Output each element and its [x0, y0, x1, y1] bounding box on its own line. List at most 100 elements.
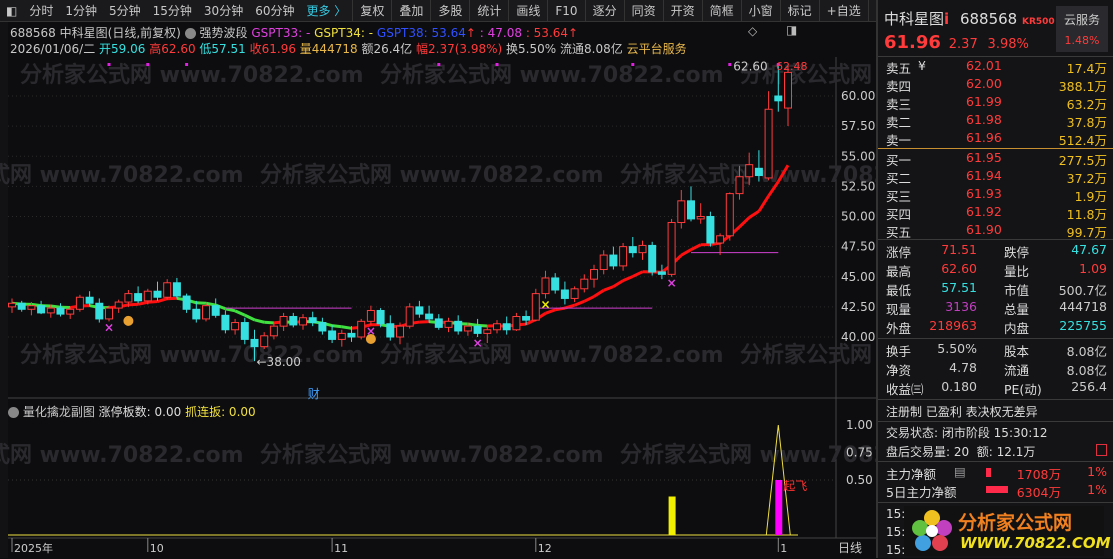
toolbar-button[interactable]: 小窗 [741, 0, 780, 22]
order-book-row[interactable]: 买一61.95277.5万 [886, 150, 1107, 168]
candle-body [261, 336, 268, 347]
flower-logo-icon [910, 508, 954, 554]
period-tab[interactable]: 1分钟 [59, 2, 103, 19]
candle-body [28, 306, 35, 310]
stat-row: 收益㈢0.180PE(动)256.4 [886, 379, 1107, 397]
candle-body [523, 317, 530, 321]
candle-body [736, 177, 743, 194]
toolbar-button[interactable]: 画线 [508, 0, 547, 22]
candle-body [387, 324, 394, 337]
candle-body [164, 283, 171, 297]
quote-panel: 中科星图i 688568 KR500 61.96 2.37 3.98% 云服务 … [876, 0, 1113, 558]
candle-body [668, 223, 675, 275]
order-book-row[interactable]: 买四61.9211.8万 [886, 204, 1107, 222]
toolbar-button[interactable]: +自选 [819, 0, 868, 22]
price-tick-label: 45.00 [841, 270, 875, 284]
price-tick-label: 55.00 [841, 149, 875, 163]
cloud-service-button[interactable]: 云服务 1.48% [1056, 6, 1108, 52]
candle-body [532, 294, 539, 321]
order-book-row[interactable]: 卖三61.9963.2万 [886, 94, 1107, 112]
toolbar-button[interactable]: F10 [547, 0, 584, 22]
period-tab[interactable]: 60分钟 [249, 2, 300, 19]
ma-line-segment [691, 245, 701, 250]
candle-body [9, 303, 16, 307]
indicator-dropdown-icon[interactable] [185, 28, 196, 39]
candle-body [57, 308, 64, 314]
diamond-icon[interactable]: ◇ [748, 24, 757, 38]
toolbar-button[interactable]: 标记 [780, 0, 819, 22]
candle-body [406, 307, 413, 326]
sub-tick-label: 1.00 [846, 418, 873, 432]
money-bag-icon [123, 316, 133, 326]
price-tick-label: 52.50 [841, 179, 875, 193]
order-book-row[interactable]: 卖四62.00388.1万 [886, 76, 1107, 94]
period-tab[interactable]: 15分钟 [147, 2, 198, 19]
order-book-row[interactable]: 卖一61.96512.4万 [886, 130, 1107, 148]
sub-dropdown-icon[interactable] [8, 407, 19, 418]
ma-line-segment [128, 304, 138, 305]
signal-dot [437, 63, 440, 66]
price-tick-label: 47.50 [841, 240, 875, 254]
ma-line-segment [51, 306, 61, 307]
candle-body [600, 255, 607, 269]
candle-body [338, 333, 345, 339]
candle-body [629, 247, 636, 253]
sub-signal-label: 起飞 [783, 479, 807, 493]
stat-row: 现量3136总量444718 [886, 299, 1107, 317]
candle-body [455, 321, 462, 331]
candle-body [484, 330, 491, 334]
ma-line-segment [342, 327, 352, 329]
price-tick-label: 60.00 [841, 89, 875, 103]
ma-line-segment [759, 196, 769, 211]
layout-toggle-icon[interactable]: ◧ [0, 4, 23, 18]
order-book-row[interactable]: 买五61.9099.7万 [886, 222, 1107, 240]
candle-body [67, 309, 74, 314]
ma-line-segment [594, 290, 604, 296]
sub-tick-label: 0.75 [846, 446, 873, 460]
site-logo: 分析家公式网 WWW.70822.COM [904, 506, 1104, 556]
toolbar-button[interactable]: 逐分 [585, 0, 624, 22]
high-price-label: 62.60 [733, 60, 767, 74]
cross-signal-icon: × [667, 276, 677, 290]
order-book-row[interactable]: 买三61.931.9万 [886, 186, 1107, 204]
toolbar-button[interactable]: 叠加 [391, 0, 430, 22]
toolbar-button[interactable]: 简框 [702, 0, 741, 22]
stat-row: 外盘218963内盘225755 [886, 318, 1107, 336]
period-tab[interactable]: 30分钟 [198, 2, 249, 19]
ma-line-segment [681, 250, 691, 255]
order-book-row[interactable]: 卖五¥62.0117.4万 [886, 58, 1107, 76]
more-periods-button[interactable]: 更多 〉 [300, 2, 352, 19]
order-book-row[interactable]: 卖二61.9837.8万 [886, 112, 1107, 130]
watermark-text: 分析家公式网 www.70822.com [0, 162, 244, 188]
chart-icon[interactable] [1096, 444, 1107, 456]
candle-body [678, 201, 685, 223]
candle-body [561, 290, 568, 298]
candle-body [581, 279, 588, 289]
order-book-row[interactable]: 买二61.9437.2万 [886, 168, 1107, 186]
toolbar-button[interactable]: 同资 [624, 0, 663, 22]
price-tick-label: 40.00 [841, 330, 875, 344]
candle-body [697, 217, 704, 219]
cross-signal-icon: × [104, 320, 114, 334]
flow-row: 主力净额▤1708万1% [886, 464, 1107, 482]
cross-signal-icon: × [473, 336, 483, 350]
flow-row: 5日主力净额6304万1% [886, 482, 1107, 500]
candle-body [319, 323, 326, 331]
toolbar-button[interactable]: 多股 [430, 0, 469, 22]
period-tab[interactable]: 分时 [23, 2, 59, 19]
toolbar: ◧ 分时 1分钟 5分钟 15分钟 30分钟 60分钟 更多 〉 复权 叠加 多… [0, 0, 876, 22]
candle-body [494, 324, 501, 330]
watermark-text: 分析家公式网 www.70822.com [740, 342, 876, 368]
period-tab[interactable]: 5分钟 [103, 2, 147, 19]
kline-chart[interactable]: 分析家公式网 www.70822.com 分析家公式网 www.70822.com… [0, 0, 876, 558]
toolbar-button[interactable]: 复权 [352, 0, 391, 22]
ma-line-segment [235, 311, 245, 315]
signal-dot [631, 63, 634, 66]
toolbar-button[interactable]: 开资 [663, 0, 702, 22]
list-icon: ▤ [954, 464, 966, 479]
panel-toggle-icon[interactable]: ◨ [786, 23, 797, 37]
candle-body [649, 245, 656, 272]
month-label: 12 [538, 542, 552, 555]
toolbar-button[interactable]: 统计 [469, 0, 508, 22]
ma-line-segment [148, 302, 158, 303]
